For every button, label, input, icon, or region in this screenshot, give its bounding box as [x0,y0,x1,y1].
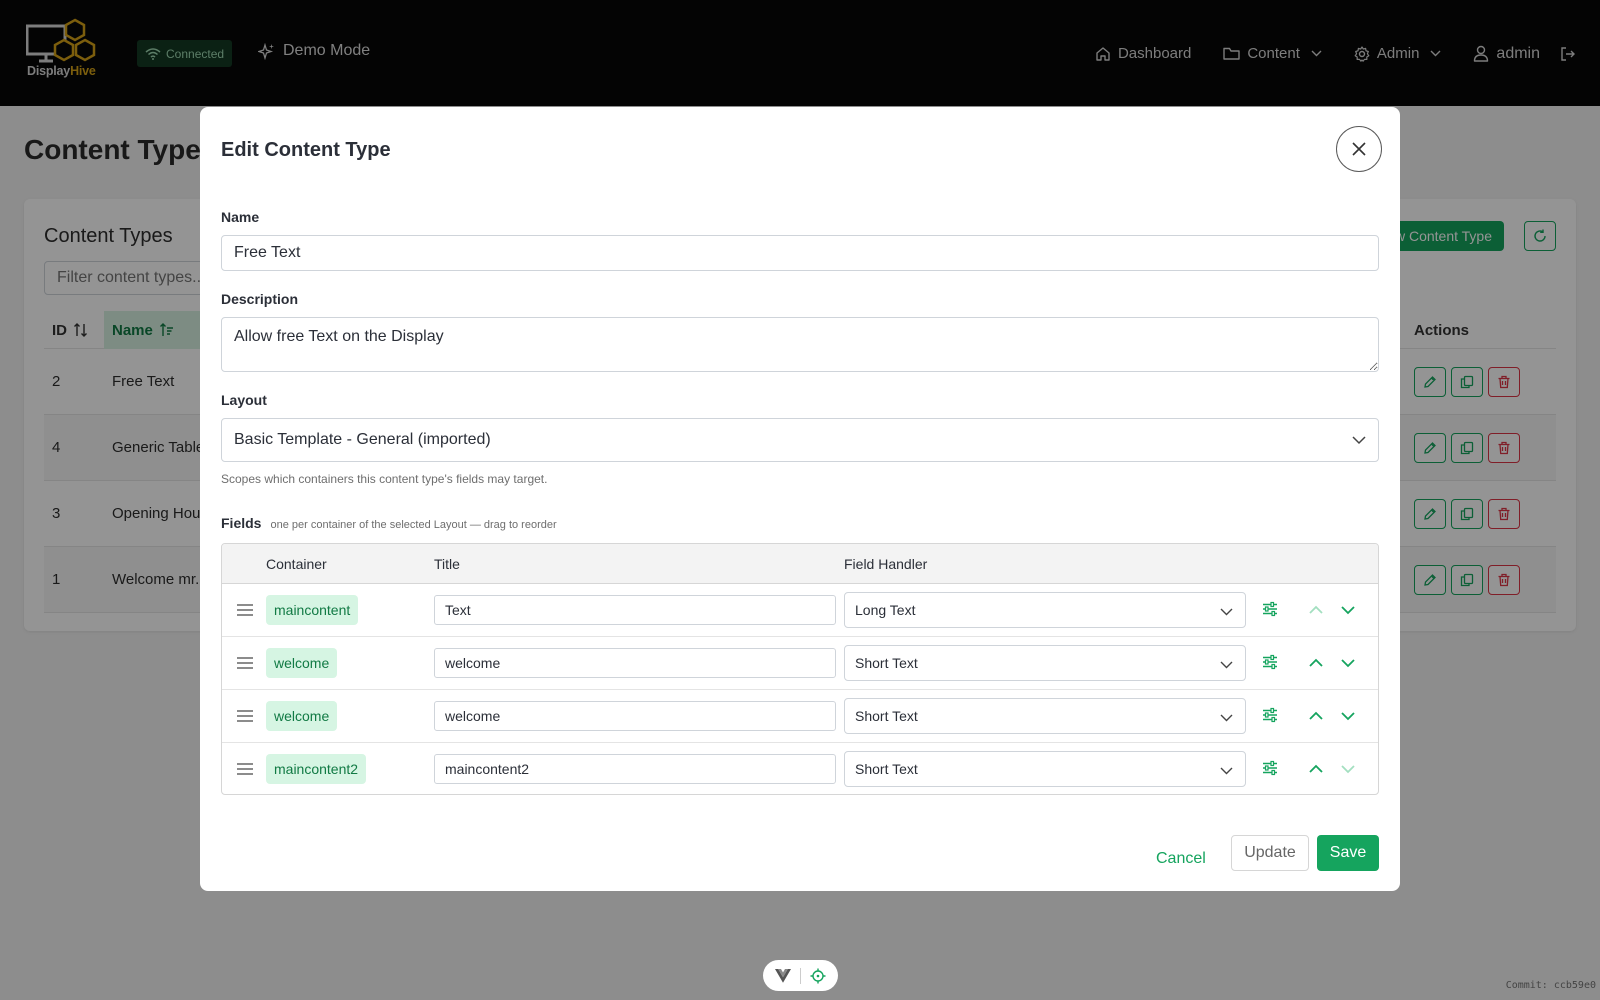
layout-select-value: Basic Template - General (imported) [234,431,491,448]
fields-table: Container Title Field Handler mainconten… [221,543,1379,795]
field-handler-value: Short Text [855,655,918,671]
field-handler-select[interactable]: Short Text [844,698,1246,734]
column-header-field-handler: Field Handler [844,556,928,572]
dev-toolbar [763,960,838,991]
chevron-down-icon [1220,714,1233,722]
chevron-up-icon[interactable] [1308,708,1324,724]
chevron-down-icon[interactable] [1340,708,1356,724]
container-chip: welcome [266,648,338,678]
fields-table-header: Container Title Field Handler [222,544,1378,584]
name-label: Name [221,209,260,225]
fields-hint: one per container of the selected Layout… [270,519,557,531]
name-input[interactable] [221,235,1379,271]
field-handler-select[interactable]: Short Text [844,645,1246,681]
chevron-down-icon [1341,765,1355,774]
drag-handle-icon[interactable] [237,709,253,723]
chevron-down-icon [1220,608,1233,616]
settings-sliders-icon[interactable] [1262,654,1278,670]
field-title-input[interactable] [434,595,836,625]
column-header-container: Container [266,556,327,572]
drag-handle-icon[interactable] [237,656,253,670]
description-textarea[interactable]: Allow free Text on the Display [221,317,1379,372]
crosshair-icon[interactable] [810,968,826,984]
field-handler-value: Short Text [855,708,918,724]
drag-handle-icon[interactable] [237,603,253,617]
field-row: welcome Short Text [222,690,1378,743]
field-title-input[interactable] [434,701,836,731]
layout-select[interactable]: Basic Template - General (imported) [221,418,1379,462]
close-button[interactable] [1336,126,1382,172]
chevron-up-icon[interactable] [1308,761,1324,777]
container-chip: maincontent [266,595,359,625]
chevron-down-icon[interactable] [1340,655,1356,671]
settings-sliders-icon[interactable] [1262,707,1278,723]
vue-logo-icon[interactable] [775,968,791,983]
field-handler-value: Long Text [855,602,916,618]
layout-hint: Scopes which containers this content typ… [221,472,548,486]
layout-label: Layout [221,392,267,408]
modal-title: Edit Content Type [221,139,391,161]
settings-sliders-icon[interactable] [1262,601,1278,617]
container-chip: maincontent2 [266,754,367,784]
toolbar-separator [800,967,801,984]
field-row: welcome Short Text [222,637,1378,690]
fields-heading: Fields one per container of the selected… [221,515,557,531]
chevron-down-icon [1220,767,1233,775]
close-icon [1352,142,1366,156]
field-handler-value: Short Text [855,761,918,777]
field-title-input[interactable] [434,754,836,784]
update-button[interactable]: Update [1231,835,1309,871]
field-handler-select[interactable]: Short Text [844,751,1246,787]
field-title-input[interactable] [434,648,836,678]
cancel-button[interactable]: Cancel [1148,842,1214,876]
commit-hash: Commit: ccb59e0 [1505,980,1596,991]
chevron-down-icon [1352,436,1366,445]
edit-content-type-modal: Edit Content Type Name Description Allow… [200,107,1400,891]
chevron-up-icon[interactable] [1308,655,1324,671]
chevron-down-icon [1220,661,1233,669]
column-header-title: Title [434,556,460,572]
container-chip: welcome [266,701,338,731]
settings-sliders-icon[interactable] [1262,760,1278,776]
drag-handle-icon[interactable] [237,762,253,776]
field-row: maincontent Long Text [222,584,1378,637]
field-handler-select[interactable]: Long Text [844,592,1246,628]
save-button[interactable]: Save [1317,835,1379,871]
chevron-up-icon [1309,605,1323,614]
field-row: maincontent2 Short Text [222,743,1378,794]
description-label: Description [221,291,299,307]
chevron-down-icon[interactable] [1340,602,1356,618]
fields-label: Fields [221,515,262,531]
